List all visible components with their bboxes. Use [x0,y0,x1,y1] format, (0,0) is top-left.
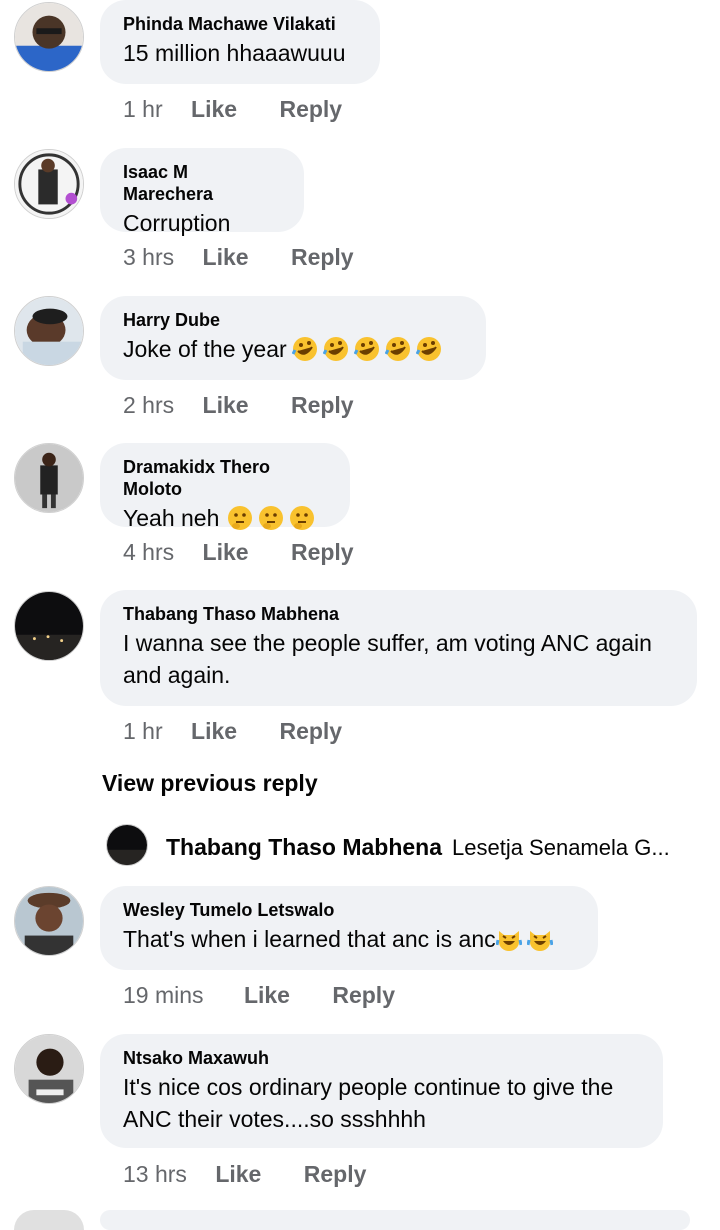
reply-button[interactable]: Reply [291,244,354,271]
reply-button[interactable]: Reply [291,539,354,566]
reply-author-name[interactable]: Thabang Thaso Mabhena [166,834,442,861]
comment-text: I wanna see the people suffer, am voting… [123,630,652,688]
like-button[interactable]: Like [203,244,249,271]
comment-actions: 13 hrs Like Reply [123,1161,366,1188]
comment-actions: 1 hr Like Reply [123,96,342,123]
timestamp[interactable]: 19 mins [123,982,204,1009]
author-name[interactable]: Isaac M Marechera [123,161,281,205]
comment-text: It's nice cos ordinary people continue t… [123,1074,614,1132]
comment-text-content: That's when i learned that anc is anc [123,926,496,952]
reply-preview[interactable]: Thabang Thaso Mabhena Lesetja Senamela G… [106,824,706,866]
thinking-emoji-icon [258,505,284,531]
avatar[interactable] [14,1210,84,1230]
timestamp[interactable]: 13 hrs [123,1161,187,1188]
like-button[interactable]: Like [215,1161,261,1188]
reply-button[interactable]: Reply [332,982,395,1009]
timestamp[interactable]: 2 hrs [123,392,174,419]
comment-bubble: Wesley Tumelo Letswalo That's when i lea… [100,886,598,970]
rofl-emoji-icon [353,336,380,362]
comment-actions: 4 hrs Like Reply [123,539,354,566]
rofl-emoji-icon [415,336,442,362]
author-name[interactable]: Thabang Thaso Mabhena [123,603,674,625]
avatar[interactable] [14,296,84,366]
comment-text: Yeah neh [123,502,327,534]
avatar[interactable] [14,443,84,513]
comment-actions: 1 hr Like Reply [123,718,342,745]
comment-bubble: Dramakidx Thero Moloto Yeah neh [100,443,350,531]
comment-text-content: Joke of the year [123,336,287,362]
reply-button[interactable]: Reply [279,718,342,745]
author-name[interactable]: Dramakidx Thero Moloto [123,456,327,500]
comment-text-content: Yeah neh [123,505,220,531]
timestamp[interactable]: 4 hrs [123,539,174,566]
reply-text: Lesetja Senamela G... [452,835,670,860]
like-button[interactable]: Like [244,982,290,1009]
rofl-emoji-icon [384,336,411,362]
like-button[interactable]: Like [191,96,237,123]
author-name[interactable]: Phinda Machawe Vilakati [123,13,357,35]
comment-text: That's when i learned that anc is anc [123,923,575,955]
like-button[interactable]: Like [203,539,249,566]
avatar[interactable] [14,2,84,72]
avatar[interactable] [14,1034,84,1104]
avatar[interactable] [106,824,148,866]
like-button[interactable]: Like [191,718,237,745]
avatar[interactable] [14,149,84,219]
reply-button[interactable]: Reply [304,1161,367,1188]
comment-text: Corruption [123,210,231,236]
thinking-emoji-icon [289,505,315,531]
avatar[interactable] [14,886,84,956]
reply-button[interactable]: Reply [279,96,342,123]
timestamp[interactable]: 3 hrs [123,244,174,271]
comment-actions: 3 hrs Like Reply [123,244,354,271]
rofl-emoji-icon [291,336,318,362]
timestamp[interactable]: 1 hr [123,718,163,745]
comment-actions: 19 mins Like Reply [123,982,395,1009]
author-name[interactable]: Wesley Tumelo Letswalo [123,899,575,921]
avatar[interactable] [14,591,84,661]
comment-bubble: Isaac M Marechera Corruption [100,148,304,236]
timestamp[interactable]: 1 hr [123,96,163,123]
author-name[interactable]: Ntsako Maxawuh [123,1047,640,1069]
comment-bubble [100,1210,690,1230]
reply-button[interactable]: Reply [291,392,354,419]
thinking-emoji-icon [227,505,253,531]
comment-bubble: Thabang Thaso Mabhena I wanna see the pe… [100,590,697,706]
comment-text: Joke of the year [123,333,463,365]
joy-cat-emoji-icon [526,926,553,952]
rofl-emoji-icon [322,336,349,362]
comment-bubble: Ntsako Maxawuh It's nice cos ordinary pe… [100,1034,663,1148]
comment-actions: 2 hrs Like Reply [123,392,354,419]
comment-text: 15 million hhaaawuuu [123,40,346,66]
comment-bubble: Phinda Machawe Vilakati 15 million hhaaa… [100,0,380,84]
view-previous-reply-link[interactable]: View previous reply [102,770,318,797]
joy-cat-emoji-icon [495,926,522,952]
author-name[interactable]: Harry Dube [123,309,463,331]
comment-bubble: Harry Dube Joke of the year [100,296,486,380]
like-button[interactable]: Like [203,392,249,419]
